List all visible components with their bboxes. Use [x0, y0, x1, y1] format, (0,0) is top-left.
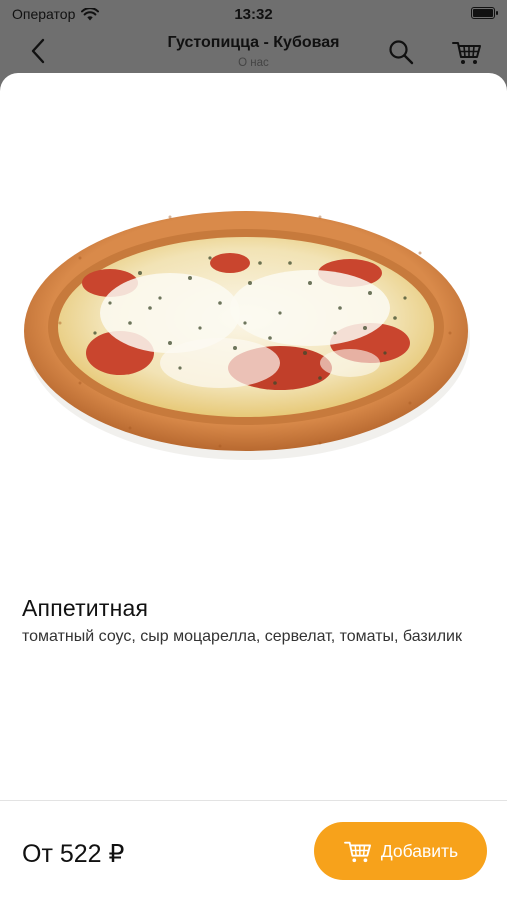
product-name: Аппетитная: [22, 595, 149, 621]
product-price: От 522 ₽: [22, 840, 125, 868]
status-time: 13:32: [234, 5, 273, 23]
nav-title: Густопицца - Кубовая: [167, 34, 340, 51]
product-description: томатный соус, сыр моцарелла, сервелат, …: [22, 628, 462, 645]
add-button-label: Добавить: [380, 840, 459, 861]
status-bar: Оператор 13:32: [0, 0, 507, 28]
nav-subtitle[interactable]: О нас: [0, 57, 507, 69]
product-sheet: Аппетитная томатный соус, сыр моцарелла,…: [0, 73, 507, 900]
search-icon: [389, 40, 414, 65]
wifi-icon: [81, 7, 100, 20]
nav-bar: Густопицца - Кубовая О нас: [0, 28, 507, 76]
battery-icon: [471, 7, 498, 19]
carrier-group: Оператор: [12, 6, 100, 22]
carrier-label: Оператор: [12, 6, 76, 22]
footer-divider: [0, 800, 507, 801]
search-button[interactable]: [386, 37, 416, 67]
cart-icon: [343, 841, 371, 863]
cart-icon: [452, 42, 481, 64]
cart-button[interactable]: [450, 36, 484, 68]
pizza-image: [24, 211, 470, 460]
add-to-cart-button[interactable]: Добавить: [314, 822, 487, 880]
